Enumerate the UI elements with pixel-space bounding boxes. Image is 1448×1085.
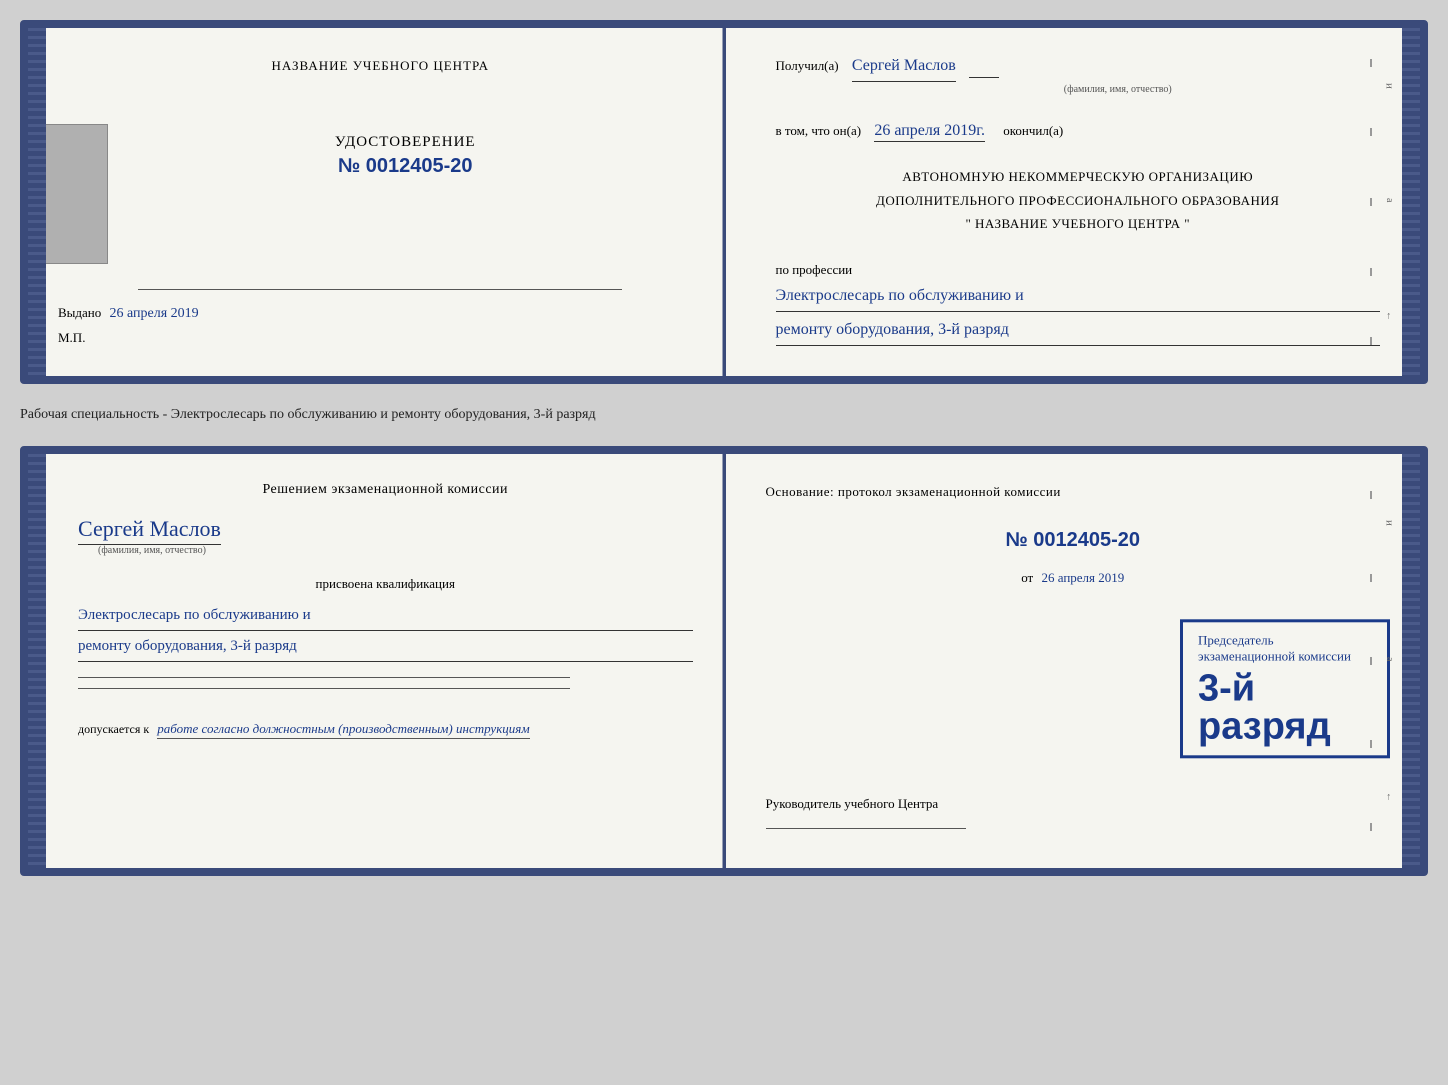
vydano-date: 26 апреля 2019	[110, 306, 199, 321]
fio-sublabel-1: (фамилия, имя, отчество)	[856, 82, 1381, 98]
name2-handwritten: Сергей Маслов	[78, 516, 221, 545]
vydano-line: Выдано 26 апреля 2019	[58, 305, 199, 322]
poluchil-name: Сергей Маслов	[852, 53, 956, 82]
profession-block-2: Электрослесарь по обслуживанию и ремонту…	[78, 600, 693, 662]
ot-row: от 26 апреля 2019	[766, 565, 1381, 591]
side-text-i: и	[1384, 83, 1396, 89]
dash-1	[1370, 59, 1372, 67]
right2-content: Основание: протокол экзаменационной коми…	[766, 479, 1381, 591]
okochil-label: окончил(а)	[1003, 123, 1063, 138]
doc-left-2: Решением экзаменационной комиссии Сергей…	[28, 454, 726, 868]
profession-line2-1: ремонту оборудования, 3-й разряд	[776, 316, 1381, 346]
dash-9	[1370, 740, 1372, 748]
mp-text: М.П.	[58, 330, 85, 346]
certificate-number-1: № 0012405-20	[128, 155, 683, 178]
profession-line1-1: Электрослесарь по обслуживанию и	[776, 282, 1381, 312]
komissia-title: Решением экзаменационной комиссии	[78, 479, 693, 501]
dash-8	[1370, 657, 1372, 665]
vtom-label: в том, что он(а)	[776, 123, 862, 138]
number-prefix-1: №	[338, 155, 360, 177]
stamp: Председатель экзаменационной комиссии 3-…	[1180, 619, 1390, 758]
dopuskaetsya-block: допускается к работе согласно должностны…	[78, 719, 693, 739]
side-text-left: ←	[1384, 311, 1395, 321]
side-text-a: а	[1384, 198, 1395, 202]
signature-divider-1	[138, 289, 622, 290]
side-dashes-1	[1370, 28, 1372, 376]
org-name: " НАЗВАНИЕ УЧЕБНОГО ЦЕНТРА "	[776, 212, 1381, 235]
doc-right-1: Получил(а) Сергей Маслов (фамилия, имя, …	[726, 28, 1421, 376]
profession2-line1: Электрослесарь по обслуживанию и	[78, 600, 693, 631]
ot-label: от	[1021, 570, 1033, 585]
sig-line-rukovoditel	[766, 828, 966, 829]
org-line2: ДОПОЛНИТЕЛЬНОГО ПРОФЕССИОНАЛЬНОГО ОБРАЗО…	[776, 189, 1381, 212]
rukovoditel-label: Руководитель учебного Центра	[766, 791, 1381, 817]
side-text-i2: и	[1384, 520, 1396, 526]
number2-block: № 0012405-20	[766, 520, 1381, 560]
spine-left-2	[28, 454, 46, 868]
poluchil-label: Получил(а)	[776, 58, 839, 73]
spine-right-2	[1402, 454, 1420, 868]
dash-6	[1370, 491, 1372, 499]
spine-right-1	[1402, 28, 1420, 376]
dash-10	[1370, 823, 1372, 831]
sig-divider-2b	[78, 688, 570, 689]
sig-divider-2a	[78, 677, 570, 678]
udostoverenie-title: УДОСТОВЕРЕНИЕ	[128, 134, 683, 151]
doc-right-2: Основание: протокол экзаменационной коми…	[726, 454, 1421, 868]
spine-left-1	[28, 28, 46, 376]
stamp-text: 3-й разряд	[1198, 669, 1372, 745]
dash-4	[1370, 268, 1372, 276]
dopuskaetsya-value: работе согласно должностным (производств…	[157, 721, 529, 739]
page-wrapper: НАЗВАНИЕ УЧЕБНОГО ЦЕНТРА УДОСТОВЕРЕНИЕ №…	[20, 20, 1428, 876]
poluchil-row: Получил(а) Сергей Маслов (фамилия, имя, …	[776, 53, 1381, 98]
side-text-a2: а	[1384, 657, 1395, 661]
osnovanie-label: Основание: протокол экзаменационной коми…	[766, 479, 1381, 505]
po-professii-label: по профессии	[776, 262, 853, 277]
dash-2	[1370, 128, 1372, 136]
vtom-row: в том, что он(а) 26 апреля 2019г. окончи…	[776, 118, 1381, 144]
profession-block-1: по профессии Электрослесарь по обслужива…	[776, 262, 1381, 346]
center-title-1: НАЗВАНИЕ УЧЕБНОГО ЦЕНТРА	[272, 58, 489, 74]
between-label: Рабочая специальность - Электрослесарь п…	[20, 402, 1428, 428]
vtom-date: 26 апреля 2019г.	[874, 122, 985, 142]
document-card-2: Решением экзаменационной комиссии Сергей…	[20, 446, 1428, 876]
number-value-1: 0012405-20	[366, 155, 473, 177]
assigned-text: присвоена квалификация	[78, 576, 693, 592]
number-value-2: 0012405-20	[1033, 529, 1140, 551]
side-pattern-1: и а ←	[1377, 28, 1402, 376]
dash-7	[1370, 574, 1372, 582]
dash-line	[969, 56, 999, 78]
ot-date: 26 апреля 2019	[1041, 570, 1124, 585]
name2-block: Сергей Маслов (фамилия, имя, отчество)	[78, 516, 693, 556]
vydano-label: Выдано	[58, 305, 101, 320]
side-pattern-2: и а ←	[1377, 454, 1402, 868]
org-block: АВТОНОМНУЮ НЕКОММЕРЧЕСКУЮ ОРГАНИЗАЦИЮ ДО…	[776, 165, 1381, 235]
profession2-line2: ремонту оборудования, 3-й разряд	[78, 631, 693, 662]
predsedatel-label: Председатель экзаменационной комиссии	[1198, 632, 1372, 664]
side-text-left2: ←	[1384, 792, 1395, 802]
document-card-1: НАЗВАНИЕ УЧЕБНОГО ЦЕНТРА УДОСТОВЕРЕНИЕ №…	[20, 20, 1428, 384]
dopuskaetsya-label: допускается к	[78, 722, 149, 736]
rukovoditel-block: Руководитель учебного Центра	[766, 791, 1381, 843]
dash-5	[1370, 337, 1372, 345]
fio-sublabel-2: (фамилия, имя, отчество)	[98, 545, 693, 556]
number-prefix-2: №	[1005, 529, 1027, 551]
side-dashes-2	[1370, 454, 1372, 868]
doc-left-1: НАЗВАНИЕ УЧЕБНОГО ЦЕНТРА УДОСТОВЕРЕНИЕ №…	[28, 28, 726, 376]
org-line1: АВТОНОМНУЮ НЕКОММЕРЧЕСКУЮ ОРГАНИЗАЦИЮ	[776, 165, 1381, 188]
dash-3	[1370, 198, 1372, 206]
